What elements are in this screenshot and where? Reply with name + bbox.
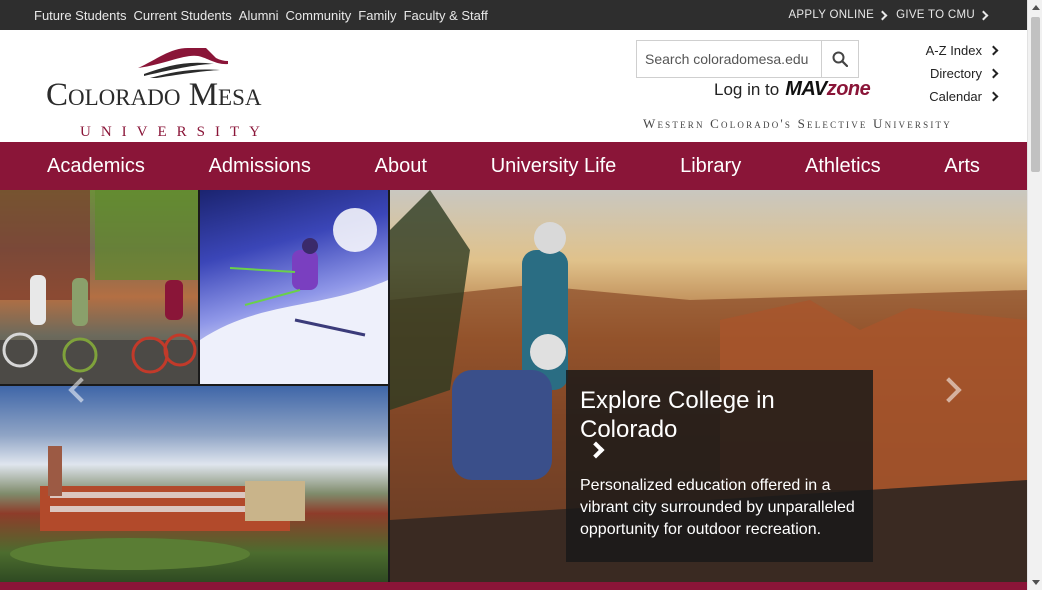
audience-links: Future Students Current Students Alumni … <box>34 0 488 30</box>
audience-link-current-students[interactable]: Current Students <box>134 8 232 23</box>
give-to-cmu-link[interactable]: GIVE TO CMU <box>896 9 989 21</box>
caption-title-link[interactable]: Explore College in Colorado <box>580 386 859 465</box>
scroll-up-icon[interactable] <box>1028 0 1042 15</box>
site-header: Colorado Mesa UNIVERSITY Log in to MAVzo… <box>0 30 1027 142</box>
nav-item-admissions[interactable]: Admissions <box>209 155 311 178</box>
search-button[interactable] <box>821 41 858 77</box>
campus-scene-illustration <box>10 446 305 570</box>
skier-scene-illustration <box>200 208 388 384</box>
utility-bar: Future Students Current Students Alumni … <box>0 0 1027 30</box>
carousel-prev-button[interactable] <box>60 372 94 406</box>
page-scrollbar[interactable] <box>1027 0 1042 590</box>
quick-link-directory[interactable]: Directory <box>929 65 999 81</box>
quick-link-az-index[interactable]: A-Z Index <box>925 42 999 58</box>
nav-item-academics[interactable]: Academics <box>47 155 145 178</box>
chevron-right-icon <box>988 91 999 101</box>
logo-wordmark: Colorado Mesa <box>46 77 262 113</box>
nav-item-library[interactable]: Library <box>680 155 741 178</box>
quick-link-label: Directory <box>929 65 982 81</box>
audience-link-faculty-staff[interactable]: Faculty & Staff <box>404 8 488 23</box>
utility-actions: APPLY ONLINE GIVE TO CMU <box>788 0 989 30</box>
main-navigation: Academics Admissions About University Li… <box>0 142 1027 190</box>
site-search <box>636 40 859 78</box>
apply-online-label: APPLY ONLINE <box>788 9 875 21</box>
chevron-right-icon <box>877 10 888 20</box>
mavzone-logo-part2: zone <box>826 78 871 100</box>
apply-online-link[interactable]: APPLY ONLINE <box>788 9 888 21</box>
audience-link-family[interactable]: Family <box>358 8 396 23</box>
cycling-scene-illustration <box>0 190 198 384</box>
photo-skier <box>200 190 388 384</box>
carousel-caption: Explore College in Colorado Personalized… <box>566 370 873 562</box>
audience-link-community[interactable]: Community <box>286 8 352 23</box>
give-to-cmu-label: GIVE TO CMU <box>896 9 975 21</box>
quick-link-label: Calendar <box>929 88 982 104</box>
mavzone-login-link[interactable]: Log in to MAVzone <box>714 78 871 101</box>
quick-link-label: A-Z Index <box>925 42 982 58</box>
quick-links: A-Z Index Directory Calendar <box>925 42 999 104</box>
chevron-right-icon <box>587 441 605 459</box>
mavzone-logo: MAVzone <box>785 78 871 101</box>
hero-carousel: Explore College in Colorado Personalized… <box>0 190 1027 582</box>
photo-students-cycling <box>0 190 198 384</box>
university-logo[interactable]: Colorado Mesa UNIVERSITY <box>44 44 319 140</box>
chevron-right-icon <box>988 68 999 78</box>
audience-link-alumni[interactable]: Alumni <box>239 8 279 23</box>
nav-item-university-life[interactable]: University Life <box>491 155 617 178</box>
university-tagline: Western Colorado's Selective University <box>643 116 952 131</box>
scrollbar-thumb[interactable] <box>1031 17 1040 172</box>
nav-item-athletics[interactable]: Athletics <box>805 155 881 178</box>
quick-link-calendar[interactable]: Calendar <box>929 88 999 104</box>
chevron-right-icon <box>988 45 999 55</box>
search-icon <box>832 51 848 67</box>
login-prefix: Log in to <box>714 79 780 99</box>
photo-campus-aerial <box>0 386 388 582</box>
caption-body: Personalized education offered in a vibr… <box>580 477 855 538</box>
brand-strip <box>0 582 1027 590</box>
nav-item-arts[interactable]: Arts <box>944 155 980 178</box>
mesa-mark-icon <box>138 48 228 78</box>
carousel-next-button[interactable] <box>935 372 969 406</box>
logo-subtitle: UNIVERSITY <box>80 124 270 140</box>
search-input[interactable] <box>637 41 821 77</box>
caption-title: Explore College in Colorado <box>580 387 775 443</box>
page: Future Students Current Students Alumni … <box>0 0 1042 590</box>
scroll-down-icon[interactable] <box>1028 575 1042 590</box>
mavzone-logo-part1: MAV <box>785 78 827 100</box>
audience-link-future-students[interactable]: Future Students <box>34 8 127 23</box>
chevron-right-icon <box>978 10 989 20</box>
nav-item-about[interactable]: About <box>375 155 427 178</box>
